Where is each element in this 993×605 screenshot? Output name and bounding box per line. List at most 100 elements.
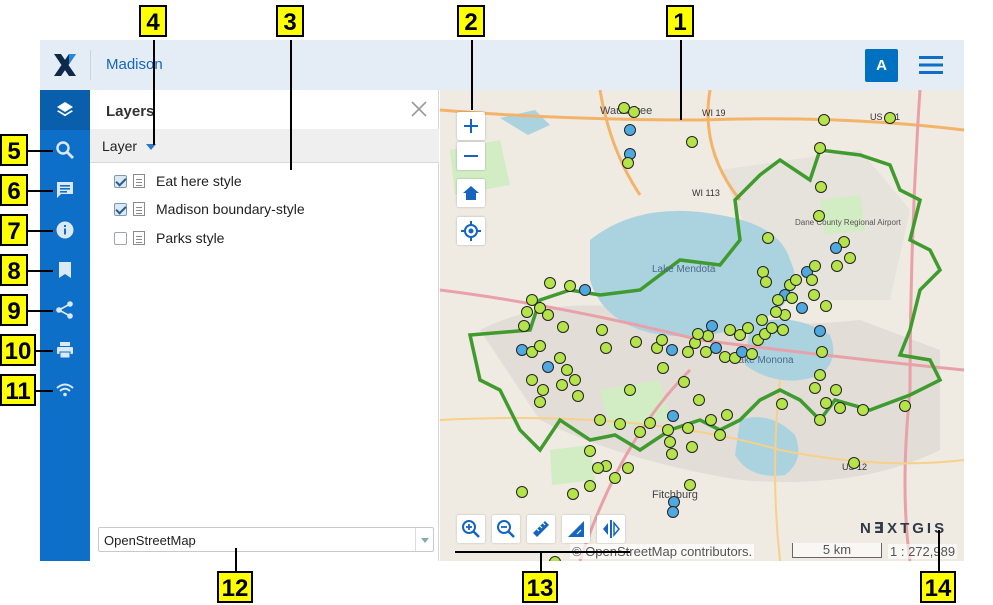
poi-marker[interactable]	[618, 102, 630, 114]
poi-marker[interactable]	[518, 320, 530, 332]
poi-marker[interactable]	[790, 274, 802, 286]
poi-marker[interactable]	[806, 274, 818, 286]
close-icon[interactable]	[410, 100, 428, 118]
poi-marker[interactable]	[721, 409, 733, 421]
poi-marker[interactable]	[600, 342, 612, 354]
poi-marker[interactable]	[700, 346, 712, 358]
poi-marker[interactable]	[816, 346, 828, 358]
layer-checkbox[interactable]	[114, 231, 127, 245]
zoom-in-tool-button[interactable]	[457, 515, 485, 543]
basemap-value[interactable]: OpenStreetMap	[104, 533, 196, 548]
poi-marker[interactable]	[814, 325, 826, 337]
map-canvas[interactable]: Lake Mendota Lake Monona Dane County Reg…	[440, 90, 964, 561]
poi-marker[interactable]	[686, 136, 698, 148]
poi-marker[interactable]	[662, 424, 674, 436]
layer-dropdown[interactable]: Layer	[90, 129, 439, 163]
poi-marker[interactable]	[884, 112, 896, 124]
poi-marker[interactable]	[762, 232, 774, 244]
poi-marker[interactable]	[537, 384, 549, 396]
layer-name[interactable]: Eat here style	[156, 173, 242, 189]
poi-marker[interactable]	[622, 462, 634, 474]
poi-marker[interactable]	[776, 398, 788, 410]
zoom-out-tool-button[interactable]	[492, 515, 520, 543]
poi-marker[interactable]	[818, 114, 830, 126]
poi-marker[interactable]	[564, 280, 576, 292]
zoom-in-button[interactable]	[457, 112, 485, 140]
poi-marker[interactable]	[567, 488, 579, 500]
poi-marker[interactable]	[596, 324, 608, 336]
poi-marker[interactable]	[542, 309, 554, 321]
poi-marker[interactable]	[757, 266, 769, 278]
poi-marker[interactable]	[526, 374, 538, 386]
poi-marker[interactable]	[569, 374, 581, 386]
poi-marker[interactable]	[622, 157, 634, 169]
poi-marker[interactable]	[710, 342, 722, 354]
poi-marker[interactable]	[692, 328, 704, 340]
chevron-down-icon[interactable]	[415, 528, 433, 551]
poi-marker[interactable]	[815, 181, 827, 193]
poi-marker[interactable]	[724, 324, 736, 336]
layer-checkbox[interactable]	[114, 174, 127, 188]
poi-marker[interactable]	[557, 321, 569, 333]
poi-marker[interactable]	[770, 306, 782, 318]
menu-icon[interactable]	[918, 53, 944, 77]
poi-marker[interactable]	[678, 376, 690, 388]
poi-marker[interactable]	[556, 379, 568, 391]
poi-marker[interactable]	[834, 402, 846, 414]
poi-marker[interactable]	[544, 277, 556, 289]
poi-marker[interactable]	[756, 314, 768, 326]
poi-marker[interactable]	[705, 414, 717, 426]
poi-marker[interactable]	[664, 436, 676, 448]
poi-marker[interactable]	[766, 322, 778, 334]
poi-marker[interactable]	[666, 448, 678, 460]
poi-marker[interactable]	[579, 284, 591, 296]
poi-marker[interactable]	[656, 334, 668, 346]
poi-marker[interactable]	[516, 486, 528, 498]
poi-marker[interactable]	[628, 106, 640, 118]
poi-marker[interactable]	[844, 252, 856, 264]
poi-marker[interactable]	[693, 394, 705, 406]
poi-marker[interactable]	[702, 330, 714, 342]
poi-marker[interactable]	[809, 260, 821, 272]
measure-area-button[interactable]	[562, 515, 590, 543]
poi-marker[interactable]	[830, 384, 842, 396]
poi-marker[interactable]	[521, 306, 533, 318]
poi-marker[interactable]	[772, 294, 784, 306]
poi-marker[interactable]	[686, 441, 698, 453]
poi-marker[interactable]	[809, 382, 821, 394]
poi-marker[interactable]	[534, 340, 546, 352]
poi-marker[interactable]	[848, 457, 860, 469]
layer-item[interactable]: Eat here style	[114, 170, 242, 192]
basemap-select[interactable]: OpenStreetMap	[98, 527, 434, 552]
poi-marker[interactable]	[594, 414, 606, 426]
measure-distance-button[interactable]	[527, 515, 555, 543]
poi-marker[interactable]	[584, 480, 596, 492]
poi-marker[interactable]	[796, 302, 808, 314]
poi-marker[interactable]	[719, 351, 731, 363]
poi-marker[interactable]	[777, 324, 789, 336]
poi-marker[interactable]	[666, 344, 678, 356]
poi-marker[interactable]	[624, 384, 636, 396]
poi-marker[interactable]	[542, 361, 554, 373]
poi-marker[interactable]	[857, 404, 869, 416]
layer-checkbox[interactable]	[114, 202, 127, 216]
poi-marker[interactable]	[814, 414, 826, 426]
poi-marker[interactable]	[813, 210, 825, 222]
poi-marker[interactable]	[899, 400, 911, 412]
poi-marker[interactable]	[667, 506, 679, 518]
layer-item[interactable]: Madison boundary-style	[114, 198, 305, 220]
layer-name[interactable]: Madison boundary-style	[156, 201, 305, 217]
swipe-compare-button[interactable]	[597, 515, 625, 543]
poi-marker[interactable]	[667, 410, 679, 422]
poi-marker[interactable]	[682, 346, 694, 358]
poi-marker[interactable]	[634, 426, 646, 438]
sidebar-layers-button[interactable]	[40, 90, 90, 130]
poi-marker[interactable]	[831, 260, 843, 272]
poi-marker[interactable]	[624, 124, 636, 136]
poi-marker[interactable]	[684, 479, 696, 491]
layer-item[interactable]: Parks style	[114, 227, 224, 249]
map-view[interactable]: Lake Mendota Lake Monona Dane County Reg…	[440, 90, 964, 561]
poi-marker[interactable]	[706, 320, 718, 332]
poi-marker[interactable]	[830, 242, 842, 254]
poi-marker[interactable]	[592, 462, 604, 474]
